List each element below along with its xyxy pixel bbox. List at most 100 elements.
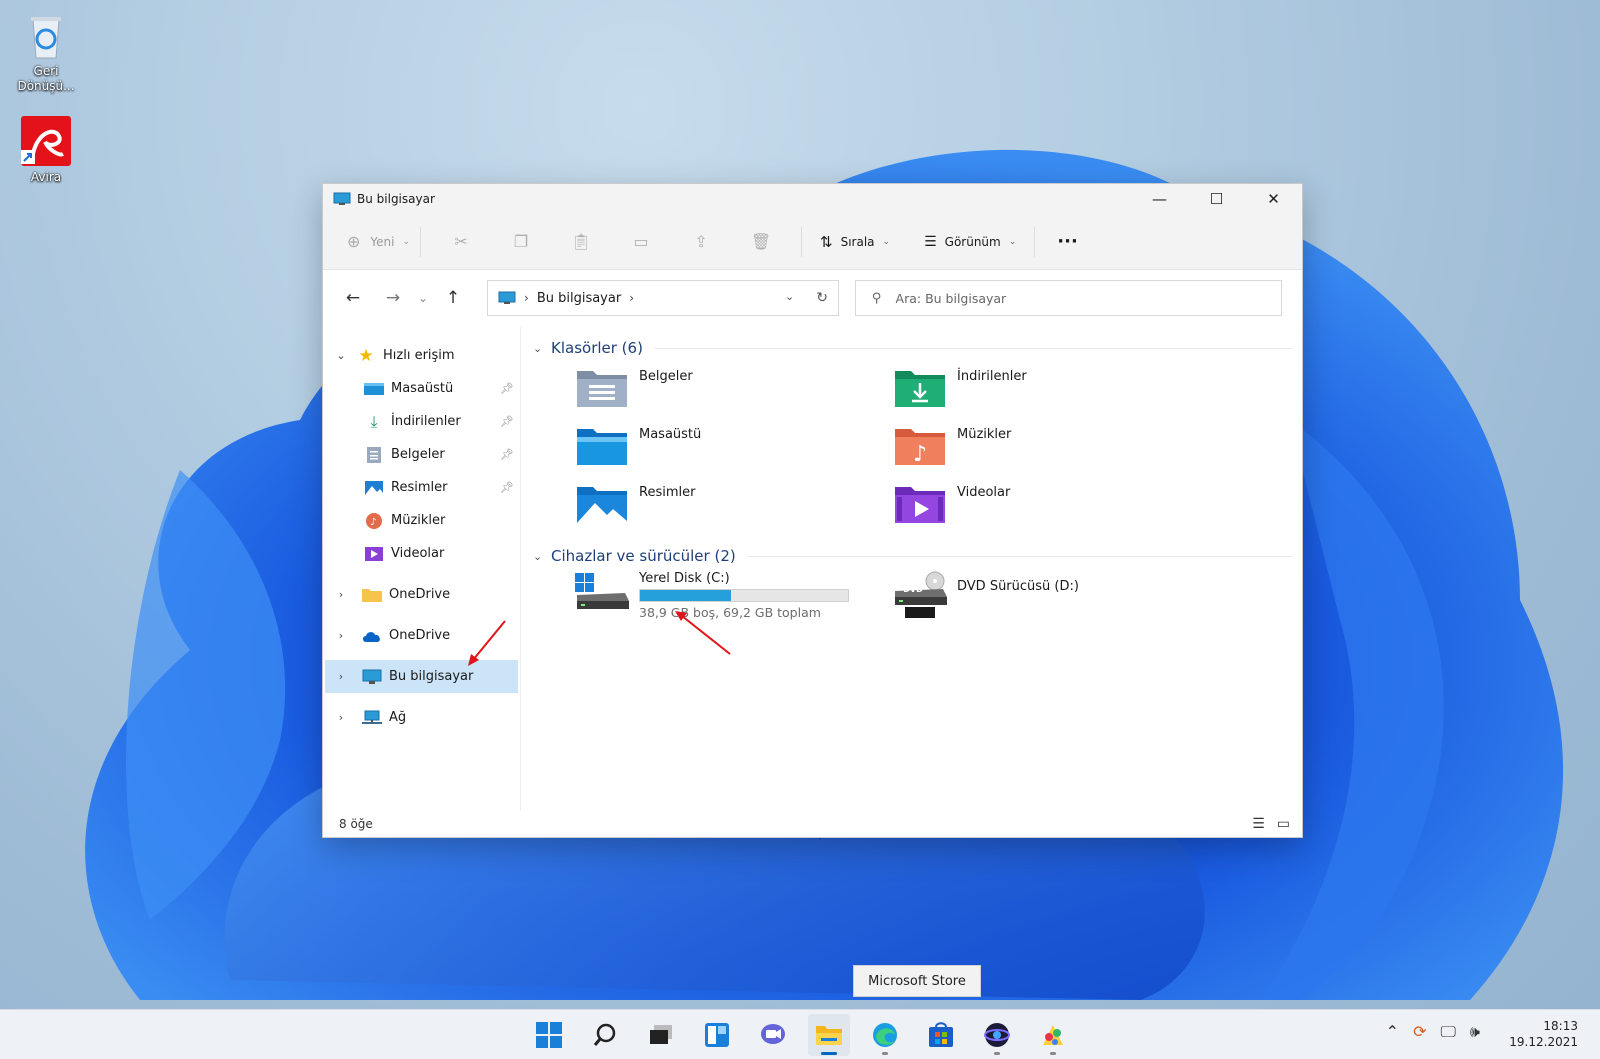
sort-button[interactable]: ⇅ Sırala ⌄ <box>820 225 890 259</box>
drive-c[interactable]: Yerel Disk (C:) 38,9 GB boş, 69,2 GB top… <box>575 571 893 635</box>
local-disk-icon <box>575 573 629 609</box>
paste-icon[interactable]: 📋︎ <box>551 232 611 251</box>
nav-onedrive[interactable]: › OneDrive <box>323 619 520 652</box>
nav-onedrive-personal[interactable]: › OneDrive <box>323 578 520 611</box>
delete-icon[interactable]: 🗑︎ <box>731 232 791 251</box>
view-label: Görünüm <box>944 234 1001 249</box>
details-view-icon[interactable]: ☰ <box>1252 816 1265 832</box>
refresh-icon[interactable]: ↻ <box>816 290 828 306</box>
network-status-icon[interactable]: 🖵︎ <box>1440 1022 1455 1042</box>
start-button[interactable] <box>528 1014 570 1056</box>
rename-icon[interactable]: ▭ <box>611 232 671 251</box>
collapse-chevron-icon[interactable]: ⌄ <box>533 342 551 355</box>
forward-arrow-icon[interactable]: → <box>373 288 413 308</box>
breadcrumb-separator-icon[interactable]: › <box>629 291 634 305</box>
microsoft-store-button[interactable] <box>920 1014 962 1056</box>
copy-icon[interactable]: ❐ <box>491 232 551 251</box>
videos-icon <box>363 545 385 563</box>
pin-icon[interactable]: 📌︎ <box>500 448 514 461</box>
title-bar[interactable]: Bu bilgisayar — ☐ ✕ <box>323 184 1302 214</box>
search-icon <box>593 1023 616 1046</box>
nav-item-pictures[interactable]: Resimler 📌︎ <box>323 471 520 504</box>
file-explorer-taskbar-button[interactable] <box>808 1014 850 1056</box>
recent-locations-chevron-icon[interactable]: ⌄ <box>413 291 433 305</box>
drive-name: DVD Sürücüsü (D:) <box>957 579 1079 594</box>
chevron-up-icon[interactable]: ⌃ <box>1386 1022 1399 1042</box>
clock-date: 19.12.2021 <box>1509 1035 1578 1049</box>
nav-item-documents[interactable]: Belgeler 📌︎ <box>323 438 520 471</box>
drive-info: DVD Sürücüsü (D:) <box>957 579 1079 594</box>
drive-free-space: 38,9 GB boş, 69,2 GB toplam <box>639 605 821 620</box>
tiles-view-icon[interactable]: ▭ <box>1277 816 1290 832</box>
folder-videos[interactable]: Videolar <box>893 479 1211 537</box>
nav-item-desktop[interactable]: Masaüstü 📌︎ <box>323 372 520 405</box>
drive-d[interactable]: DVD Sürücüsü (D:) <box>893 571 1211 635</box>
view-button[interactable]: ☰ Görünüm ⌄ <box>924 225 1016 259</box>
teams-chat-button[interactable] <box>752 1014 794 1056</box>
computer-icon <box>498 291 516 304</box>
pin-icon[interactable]: 📌︎ <box>500 481 514 494</box>
clock[interactable]: 18:13 19.12.2021 <box>1509 1018 1578 1050</box>
multicolor-app-icon <box>1043 1025 1063 1045</box>
desktop-icon-label: Geri Dönüşü... <box>17 64 75 93</box>
app-multicolor-button[interactable] <box>1032 1014 1074 1056</box>
content-pane: ⌄ Klasörler (6) Belgeler İndirilenler Ma… <box>521 327 1302 811</box>
folder-icon <box>816 1026 842 1045</box>
nav-item-music[interactable]: ♪ Müzikler <box>323 504 520 537</box>
folder-downloads[interactable]: İndirilenler <box>893 363 1211 421</box>
folder-pictures[interactable]: Resimler <box>575 479 893 537</box>
search-taskbar-button[interactable] <box>584 1014 626 1056</box>
folder-music[interactable]: ♪ Müzikler <box>893 421 1211 479</box>
active-indicator <box>821 1052 837 1055</box>
address-dropdown-icon[interactable]: ⌄ <box>785 290 794 306</box>
pin-icon[interactable]: 📌︎ <box>500 415 514 428</box>
nav-this-pc[interactable]: › Bu bilgisayar <box>325 660 518 693</box>
more-options-button[interactable]: ··· <box>1057 225 1078 259</box>
nav-network[interactable]: › Ağ <box>323 701 520 734</box>
collapse-chevron-icon[interactable]: ⌄ <box>533 550 551 563</box>
sync-icon[interactable]: ⟳ <box>1413 1022 1426 1042</box>
computer-icon <box>361 668 383 686</box>
running-indicator <box>994 1052 1000 1055</box>
folder-documents[interactable]: Belgeler <box>575 363 893 421</box>
desktop-icon-avira[interactable]: Avira <box>6 114 86 185</box>
back-arrow-icon[interactable]: ← <box>333 288 373 308</box>
disk-usage-bar <box>639 589 849 602</box>
nav-item-videos[interactable]: Videolar <box>323 537 520 570</box>
devices-group-header[interactable]: ⌄ Cihazlar ve sürücüler (2) <box>533 541 1292 571</box>
pin-icon[interactable]: 📌︎ <box>500 382 514 395</box>
minimize-button[interactable]: — <box>1131 184 1188 214</box>
folder-name: Müzikler <box>957 427 1012 442</box>
expand-chevron-icon[interactable]: › <box>329 588 353 601</box>
nav-item-downloads[interactable]: ⤓ İndirilenler 📌︎ <box>323 405 520 438</box>
expand-chevron-icon[interactable]: › <box>329 711 353 724</box>
folder-desktop[interactable]: Masaüstü <box>575 421 893 479</box>
expand-chevron-icon[interactable]: › <box>329 670 353 683</box>
taskbar-apps <box>528 1014 1074 1056</box>
volume-icon[interactable]: 🕪︎ <box>1470 1022 1480 1042</box>
running-indicator <box>1050 1052 1056 1055</box>
folders-group-header[interactable]: ⌄ Klasörler (6) <box>533 333 1292 363</box>
expand-chevron-icon[interactable]: › <box>329 629 353 642</box>
cut-icon[interactable]: ✂ <box>431 232 491 251</box>
address-bar[interactable]: › Bu bilgisayar › ⌄ ↻ <box>487 280 839 316</box>
up-arrow-icon[interactable]: ↑ <box>433 288 473 308</box>
breadcrumb-this-pc[interactable]: Bu bilgisayar <box>537 291 621 306</box>
divider <box>654 347 1292 349</box>
widgets-button[interactable] <box>696 1014 738 1056</box>
edge-button[interactable] <box>864 1014 906 1056</box>
share-icon[interactable]: ⇪ <box>671 232 731 251</box>
new-button[interactable]: ⊕ Yeni ⌄ <box>347 225 410 259</box>
maximize-button[interactable]: ☐ <box>1188 184 1245 214</box>
desktop-icon-recycle-bin[interactable]: Geri Dönüşü... <box>6 8 86 94</box>
expand-chevron-icon[interactable]: ⌄ <box>329 349 353 362</box>
disk-usage-fill <box>640 590 732 601</box>
app-globe-button[interactable] <box>976 1014 1018 1056</box>
close-button[interactable]: ✕ <box>1245 184 1302 214</box>
system-tray: ⌃ ⟳ 🖵︎ 🕪︎ <box>1386 1022 1480 1042</box>
nav-quick-access[interactable]: ⌄ ★ Hızlı erişim <box>323 339 520 372</box>
task-view-button[interactable] <box>640 1014 682 1056</box>
svg-text:♪: ♪ <box>913 442 927 467</box>
search-box[interactable]: ⚲ Ara: Bu bilgisayar <box>855 280 1282 316</box>
item-count: 8 öğe <box>339 817 373 831</box>
